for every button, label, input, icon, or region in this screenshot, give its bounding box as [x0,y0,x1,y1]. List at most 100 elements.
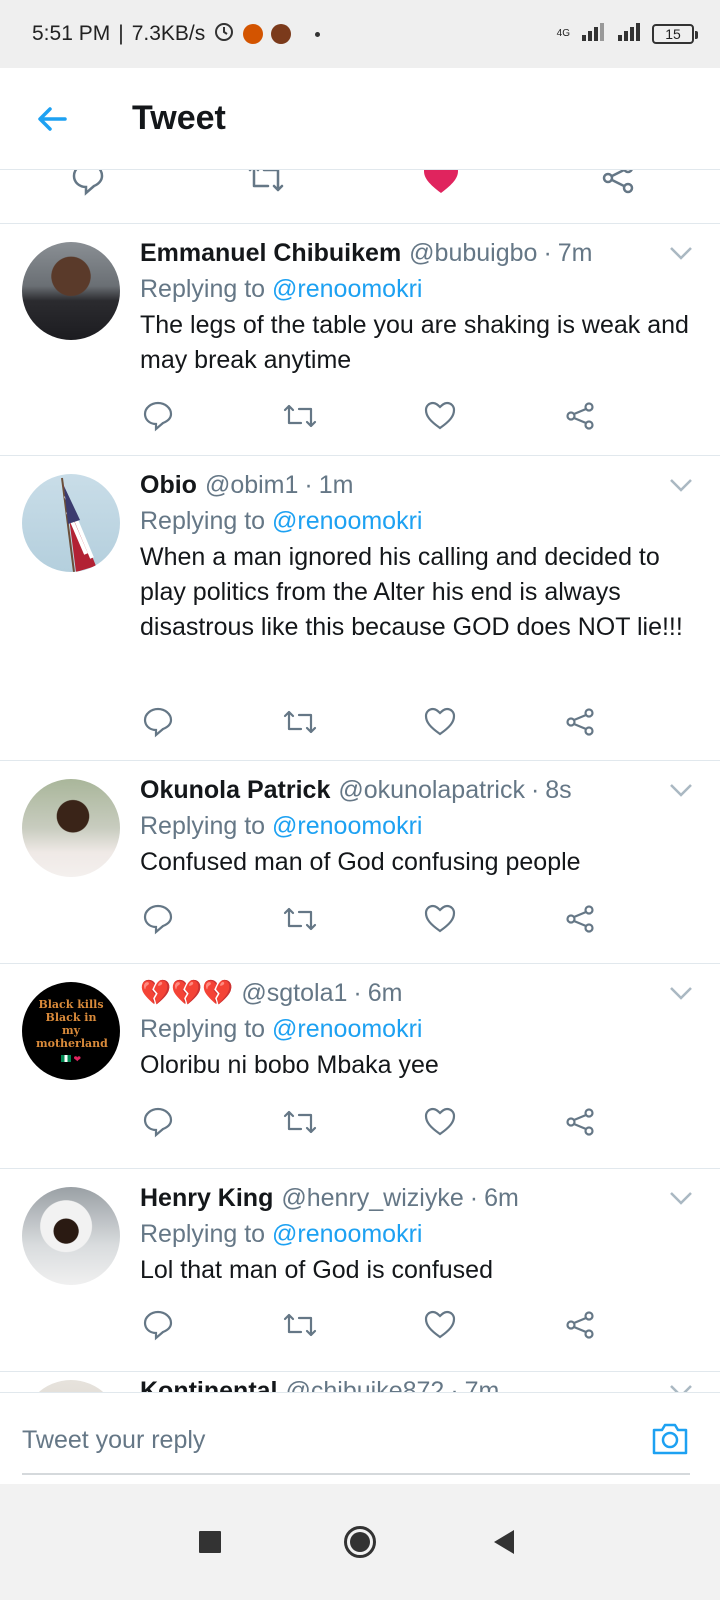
author-handle[interactable]: @chibuike872 [286,1374,445,1392]
replying-to: Replying to @renoomokri [140,1010,700,1048]
author-handle[interactable]: @henry_wiziyke [281,1181,463,1215]
share-icon [566,1108,594,1136]
flag-heart-emoji: ❤ [60,1054,81,1065]
separator: · [450,1377,459,1392]
replying-to: Replying to @renoomokri [140,807,700,845]
reply-icon [143,707,173,738]
replying-prefix: Replying to [140,275,266,303]
retweet-button[interactable] [280,1305,320,1345]
replying-prefix: Replying to [140,507,266,535]
reply-tweet[interactable]: Emmanuel Chibuikem @bubuigbo · 7m Replyi… [0,224,720,456]
camera-button[interactable] [648,1417,692,1461]
separator: · [353,979,362,1007]
share-button[interactable] [560,1305,600,1345]
like-button[interactable] [420,899,460,939]
tweet-text: Lol that man of God is confused [140,1256,493,1284]
reply-button[interactable] [138,1305,178,1345]
share-icon [566,402,594,430]
like-button[interactable] [420,1102,460,1142]
separator: · [543,239,552,267]
liked-heart-icon[interactable] [421,170,461,198]
mention-link[interactable]: @renoomokri [272,275,422,303]
retweet-icon [283,1110,317,1134]
retweet-button[interactable] [280,702,320,742]
reply-button[interactable] [138,702,178,742]
avatar[interactable] [22,1187,120,1285]
retweet-button[interactable] [280,899,320,939]
avatar[interactable] [22,1380,120,1392]
author-name[interactable]: Okunola Patrick [140,773,330,807]
avatar[interactable]: Black kills Black in my motherland ❤ [22,982,120,1080]
reply-icon[interactable] [68,170,108,198]
mention-link[interactable]: @renoomokri [272,507,422,535]
retweet-icon [283,710,317,734]
reply-icon [143,1310,173,1341]
back-button[interactable] [22,89,82,149]
reply-input[interactable] [22,1415,622,1465]
replying-prefix: Replying to [140,1015,266,1043]
retweet-button[interactable] [280,396,320,436]
like-button[interactable] [420,1305,460,1345]
tweet-time: 1m [318,471,354,499]
avatar[interactable] [22,242,120,340]
recents-button[interactable] [188,1520,232,1564]
tweet-time: 6m [484,1184,519,1212]
author-handle[interactable]: @sgtola1 [241,976,347,1010]
retweet-icon [283,404,317,428]
more-notifications-dot [315,31,321,37]
battery-icon: 15 [652,24,698,44]
reply-tweet[interactable]: Okunola Patrick @okunolapatrick · 8s Rep… [0,761,720,964]
tweet-options-caret[interactable] [666,1376,696,1392]
retweet-icon[interactable] [246,170,286,198]
tweet-options-caret[interactable] [666,775,696,805]
status-left: 5:51 PM | 7.3KB/s [32,20,321,48]
tweet-actions [140,899,610,939]
author-handle[interactable]: @obim1 [205,468,298,502]
status-divider: | [118,22,124,45]
author-name[interactable]: Emmanuel Chibuikem [140,236,401,270]
reply-tweet[interactable]: Black kills Black in my motherland ❤ 💔💔💔… [0,964,720,1169]
reply-tweet[interactable]: Henry King @henry_wiziyke · 6m Replying … [0,1169,720,1372]
reply-tweet[interactable]: Obio @obim1 · 1m Replying to @renoomokri… [0,456,720,761]
like-button[interactable] [420,396,460,436]
back-nav-button[interactable] [482,1520,526,1564]
avatar-caption: Black kills Black in my motherland [36,997,108,1050]
avatar[interactable] [22,474,120,572]
author-name[interactable]: 💔💔💔 [140,976,233,1010]
tweet-options-caret[interactable] [666,470,696,500]
tweet-time: 7m [464,1377,500,1392]
share-button[interactable] [560,396,600,436]
heart-icon [424,1107,456,1136]
reply-button[interactable] [138,899,178,939]
reply-tweet[interactable]: Kontinental @chibuike872 · 7m [0,1372,720,1392]
retweet-icon [283,1313,317,1337]
author-name[interactable]: Henry King [140,1181,273,1215]
tweet-text: Oloribu ni bobo Mbaka yee [140,1051,439,1079]
retweet-button[interactable] [280,1102,320,1142]
share-icon[interactable] [598,170,638,198]
mention-link[interactable]: @renoomokri [272,812,422,840]
reply-button[interactable] [138,396,178,436]
tweet-options-caret[interactable] [666,238,696,268]
tweet-options-caret[interactable] [666,1183,696,1213]
reply-button[interactable] [138,1102,178,1142]
author-name[interactable]: Obio [140,468,197,502]
author-handle[interactable]: @okunolapatrick [338,773,525,807]
heart-icon [424,401,456,430]
tweet-options-caret[interactable] [666,978,696,1008]
chevron-down-icon [670,1192,692,1205]
system-nav-bar [0,1484,720,1600]
share-button[interactable] [560,702,600,742]
mention-link[interactable]: @renoomokri [272,1015,422,1043]
share-button[interactable] [560,1102,600,1142]
avatar[interactable] [22,779,120,877]
home-button[interactable] [338,1520,382,1564]
author-handle[interactable]: @bubuigbo [409,236,537,270]
like-button[interactable] [420,702,460,742]
share-button[interactable] [560,899,600,939]
mention-link[interactable]: @renoomokri [272,1220,422,1248]
status-right: 4G 15 [557,21,698,47]
heart-icon [424,904,456,933]
share-icon [566,708,594,736]
author-name[interactable]: Kontinental [140,1374,278,1392]
